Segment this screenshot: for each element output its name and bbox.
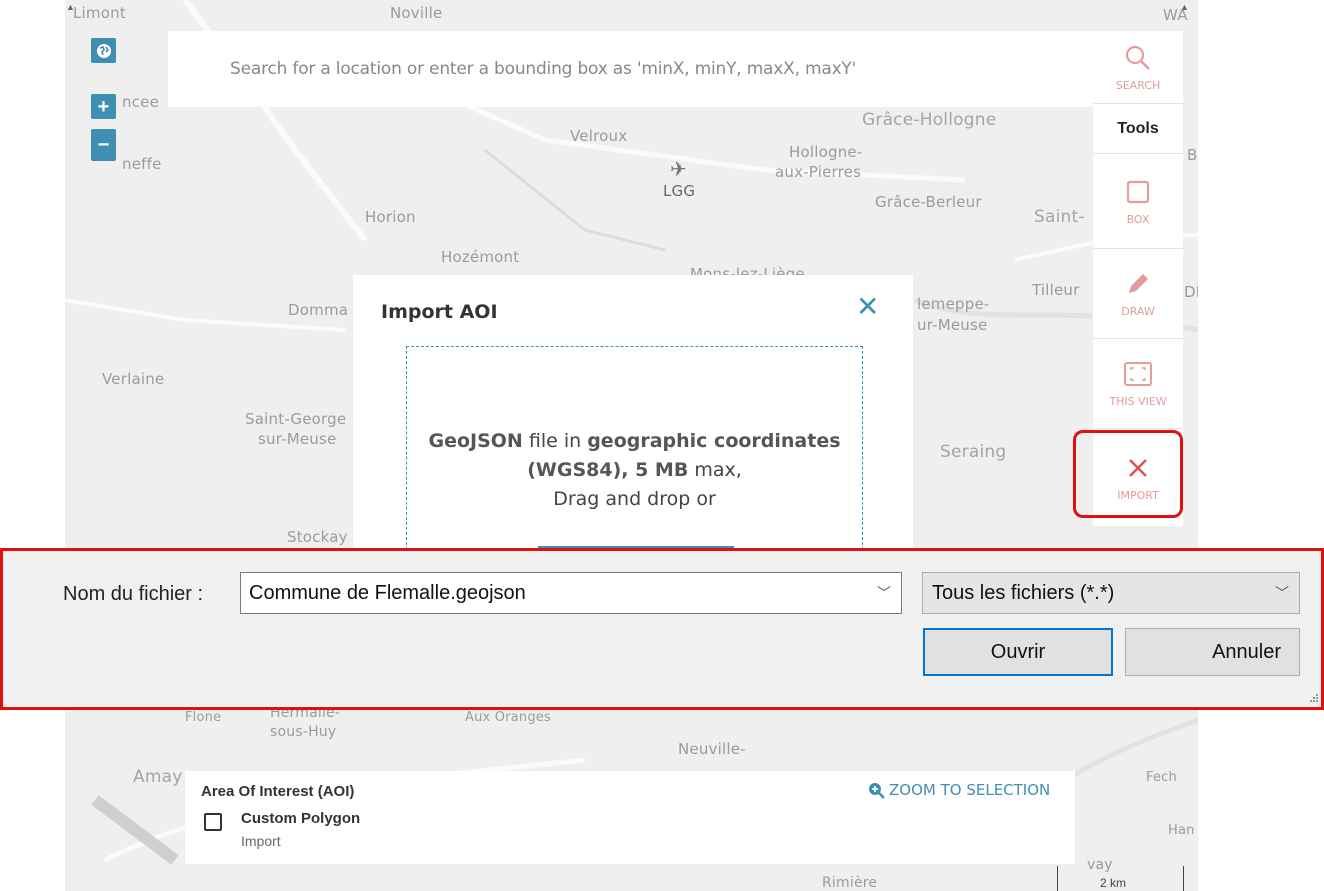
map-label: Tilleur (1032, 281, 1080, 299)
import-highlight-frame (1073, 430, 1183, 518)
map-label: Hozémont (441, 248, 520, 266)
pencil-icon (1125, 269, 1151, 299)
map-label: Amay (133, 767, 183, 787)
globe-button[interactable] (91, 38, 116, 63)
map-label: Grâce-Hollogne (862, 110, 997, 130)
map-label: Flone (185, 710, 222, 725)
map-label: Domma (288, 301, 349, 319)
airport-icon: ✈ (670, 157, 687, 181)
search-button-label: SEARCH (1115, 78, 1161, 92)
map-label: BU (1187, 146, 1198, 164)
aoi-panel: Area Of Interest (AOI) ZOOM TO SELECTION… (185, 771, 1075, 864)
map-label: Grâce-Berleur (875, 193, 982, 211)
map-label: Limont (73, 4, 126, 22)
filename-value: Commune de Flemalle.geojson (249, 581, 526, 604)
format-name: GeoJSON (428, 430, 523, 452)
dropzone-text: file in (522, 430, 588, 452)
close-icon[interactable]: ✕ (856, 293, 879, 321)
aoi-title: Area Of Interest (AOI) (201, 783, 355, 800)
scale-label: 2 km (1100, 876, 1127, 890)
filetype-select[interactable]: Tous les fichiers (*.*) ﹀ (922, 572, 1300, 614)
this-view-tool-button[interactable]: THIS VIEW (1093, 338, 1183, 428)
map-label: ncee (122, 93, 160, 111)
chevron-down-icon[interactable]: ﹀ (877, 583, 891, 603)
zoom-to-selection-link[interactable]: ZOOM TO SELECTION (868, 781, 1050, 799)
draw-tool-button[interactable]: DRAW (1093, 248, 1183, 338)
dialog-title: Import AOI (381, 301, 498, 323)
box-tool-label: BOX (1126, 212, 1150, 226)
zoom-to-selection-label: ZOOM TO SELECTION (889, 781, 1051, 799)
tools-heading: Tools (1093, 103, 1183, 153)
map-label: DI (1184, 283, 1198, 301)
map-label: Stockay (287, 528, 348, 546)
scale-bar: 2 km (1057, 866, 1184, 891)
dropzone-instructions: GeoJSON file in geographic coordinates (… (407, 427, 862, 514)
map-label: Seraing (940, 442, 1007, 462)
zoom-in-button[interactable]: + (91, 94, 116, 119)
map-label: Neuville- (678, 740, 746, 758)
open-button[interactable]: Ouvrir (923, 628, 1113, 676)
zoom-out-button[interactable]: − (91, 129, 116, 161)
box-tool-button[interactable]: BOX (1093, 153, 1183, 248)
map-label: Saint-George (245, 410, 347, 428)
map-label: lemeppe- (917, 295, 990, 313)
scroll-up-arrow-icon[interactable]: ▲ (66, 2, 75, 12)
search-placeholder: Search for a location or enter a boundin… (230, 59, 857, 79)
globe-icon (96, 43, 111, 58)
map-label: Hollogne- (789, 143, 863, 161)
filename-label: Nom du fichier : (63, 583, 204, 605)
import-aoi-dialog: Import AOI ✕ GeoJSON file in geographic … (353, 275, 913, 558)
map-label: ur-Meuse (917, 316, 988, 334)
search-button[interactable]: SEARCH (1093, 31, 1183, 103)
drag-drop-text: Drag and drop or (553, 488, 716, 510)
viewport-icon (1123, 359, 1153, 389)
draw-tool-label: DRAW (1121, 305, 1155, 318)
chevron-down-icon[interactable]: ﹀ (1275, 583, 1289, 603)
zoom-in-icon (869, 782, 885, 799)
filetype-value: Tous les fichiers (*.*) (932, 581, 1115, 604)
map-label: Velroux (570, 127, 628, 145)
this-view-tool-label: THIS VIEW (1109, 395, 1167, 408)
polygon-checkbox[interactable] (204, 813, 222, 831)
cancel-button[interactable]: Annuler (1125, 628, 1300, 676)
map-label: aux-Pierres (775, 163, 862, 181)
map-label: Han (1168, 823, 1195, 838)
map-label: Fech (1146, 770, 1177, 785)
map-label: Saint- (1034, 207, 1085, 227)
file-open-dialog: Nom du fichier : Commune de Flemalle.geo… (0, 548, 1324, 710)
square-icon (1126, 177, 1150, 207)
polygon-source: Import (241, 833, 281, 849)
map-label: Noville (390, 4, 443, 22)
map-label: neffe (122, 155, 162, 173)
map-label: Aux Oranges (465, 710, 551, 725)
search-input[interactable]: Search for a location or enter a boundin… (168, 31, 1093, 107)
map-label: Rimière (822, 875, 878, 891)
search-icon (1125, 43, 1151, 73)
resize-grip-icon[interactable] (1305, 691, 1319, 705)
dropzone-text: max, (688, 459, 742, 481)
scroll-up-arrow-icon[interactable]: ▲ (1180, 2, 1189, 12)
map-label: sur-Meuse (258, 430, 337, 448)
filename-input[interactable]: Commune de Flemalle.geojson ﹀ (240, 572, 902, 614)
map-label: Verlaine (102, 370, 165, 388)
map-label: Horion (365, 208, 416, 226)
file-dropzone[interactable]: GeoJSON file in geographic coordinates (… (406, 346, 863, 558)
map-label: LGG (663, 182, 696, 200)
polygon-name: Custom Polygon (241, 810, 361, 827)
map-label: sous-Huy (270, 724, 337, 740)
